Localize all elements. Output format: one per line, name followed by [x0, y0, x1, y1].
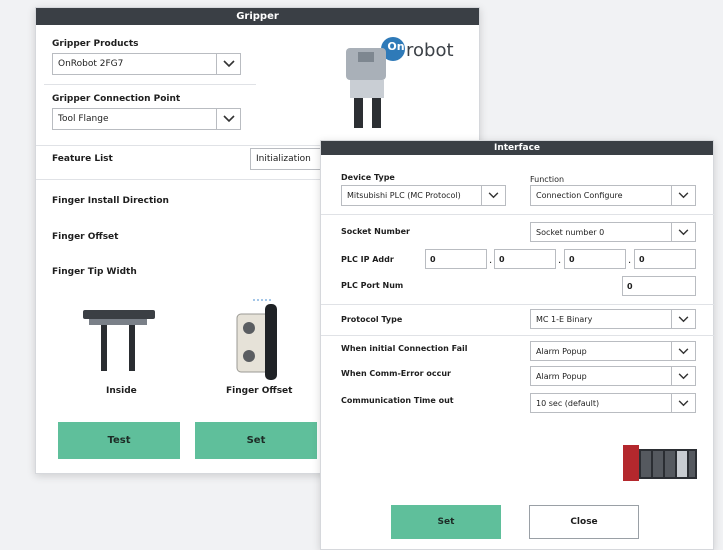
interface-set-button[interactable]: Set: [391, 505, 501, 539]
divider: [321, 304, 715, 305]
inside-finger-image: [79, 304, 159, 374]
finger-offset-label: Finger Offset: [52, 232, 119, 242]
timeout-value: 10 sec (default): [536, 398, 600, 408]
device-type-dropdown[interactable]: Mitsubishi PLC (MC Protocol): [341, 185, 506, 206]
gripper-connection-value: Tool Flange: [58, 114, 109, 124]
chevron-down-icon: [671, 394, 695, 412]
interface-title: Interface: [321, 141, 713, 155]
interface-window: Interface Device Type Mitsubishi PLC (MC…: [320, 140, 715, 550]
close-button[interactable]: Close: [529, 505, 639, 539]
chevron-down-icon: [216, 109, 240, 129]
divider: [321, 335, 715, 336]
timeout-dropdown[interactable]: 10 sec (default): [530, 393, 696, 413]
socket-number-value: Socket number 0: [536, 227, 605, 237]
ip-octet-1-input[interactable]: 0: [425, 249, 487, 269]
feature-list-value: Initialization: [256, 154, 311, 164]
protocol-type-dropdown[interactable]: MC 1-E Binary: [530, 309, 696, 329]
divider: [321, 214, 715, 215]
ip-octet-2-input[interactable]: 0: [494, 249, 556, 269]
plc-port-input[interactable]: 0: [622, 276, 696, 296]
protocol-type-value: MC 1-E Binary: [536, 314, 593, 324]
socket-number-label: Socket Number: [341, 227, 410, 236]
chevron-down-icon: [671, 186, 695, 205]
ip-octet-4-input[interactable]: 0: [634, 249, 696, 269]
plc-device-image: [621, 439, 699, 485]
ip-separator: .: [489, 255, 493, 266]
ip-octet-3-input[interactable]: 0: [564, 249, 626, 269]
comm-error-dropdown[interactable]: Alarm Popup: [530, 366, 696, 386]
protocol-type-label: Protocol Type: [341, 315, 403, 324]
chevron-down-icon: [671, 367, 695, 385]
gripper-set-button[interactable]: Set: [195, 422, 317, 459]
gripper-title: Gripper: [36, 8, 479, 25]
timeout-label: Communication Time out: [341, 396, 454, 405]
gripper-products-value: OnRobot 2FG7: [58, 59, 124, 69]
function-label: Function: [530, 175, 565, 184]
comm-error-value: Alarm Popup: [536, 371, 587, 381]
gripper-connection-dropdown[interactable]: Tool Flange: [52, 108, 241, 130]
inside-caption: Inside: [106, 386, 137, 396]
socket-number-dropdown[interactable]: Socket number 0: [530, 222, 696, 242]
feature-list-dropdown[interactable]: Initialization: [250, 148, 330, 170]
chevron-down-icon: [671, 310, 695, 328]
gripper-products-dropdown[interactable]: OnRobot 2FG7: [52, 53, 241, 75]
init-fail-dropdown[interactable]: Alarm Popup: [530, 341, 696, 361]
finger-tip-label: Finger Tip Width: [52, 267, 137, 277]
finger-offset-caption: Finger Offset: [226, 386, 293, 396]
ip-separator: .: [628, 255, 632, 266]
plc-ip-label: PLC IP Addr: [341, 255, 394, 264]
finger-offset-image: [233, 298, 283, 382]
ip-separator: .: [558, 255, 562, 266]
function-dropdown[interactable]: Connection Configure: [530, 185, 696, 206]
finger-install-label: Finger Install Direction: [52, 196, 169, 206]
function-value: Connection Configure: [536, 191, 623, 200]
test-button[interactable]: Test: [58, 422, 180, 459]
device-type-value: Mitsubishi PLC (MC Protocol): [347, 191, 461, 200]
feature-list-label: Feature List: [52, 154, 113, 164]
chevron-down-icon: [216, 54, 240, 74]
gripper-connection-label: Gripper Connection Point: [52, 94, 181, 104]
onrobot-badge: On: [387, 40, 405, 53]
chevron-down-icon: [671, 223, 695, 241]
comm-error-label: When Comm-Error occur: [341, 369, 451, 378]
chevron-down-icon: [481, 186, 505, 205]
divider: [44, 84, 256, 85]
gripper-products-label: Gripper Products: [52, 39, 139, 49]
chevron-down-icon: [671, 342, 695, 360]
onrobot-logo-text: robot: [406, 40, 454, 61]
init-fail-value: Alarm Popup: [536, 346, 587, 356]
device-type-label: Device Type: [341, 173, 395, 182]
init-fail-label: When initial Connection Fail: [341, 344, 468, 353]
plc-port-label: PLC Port Num: [341, 281, 404, 290]
